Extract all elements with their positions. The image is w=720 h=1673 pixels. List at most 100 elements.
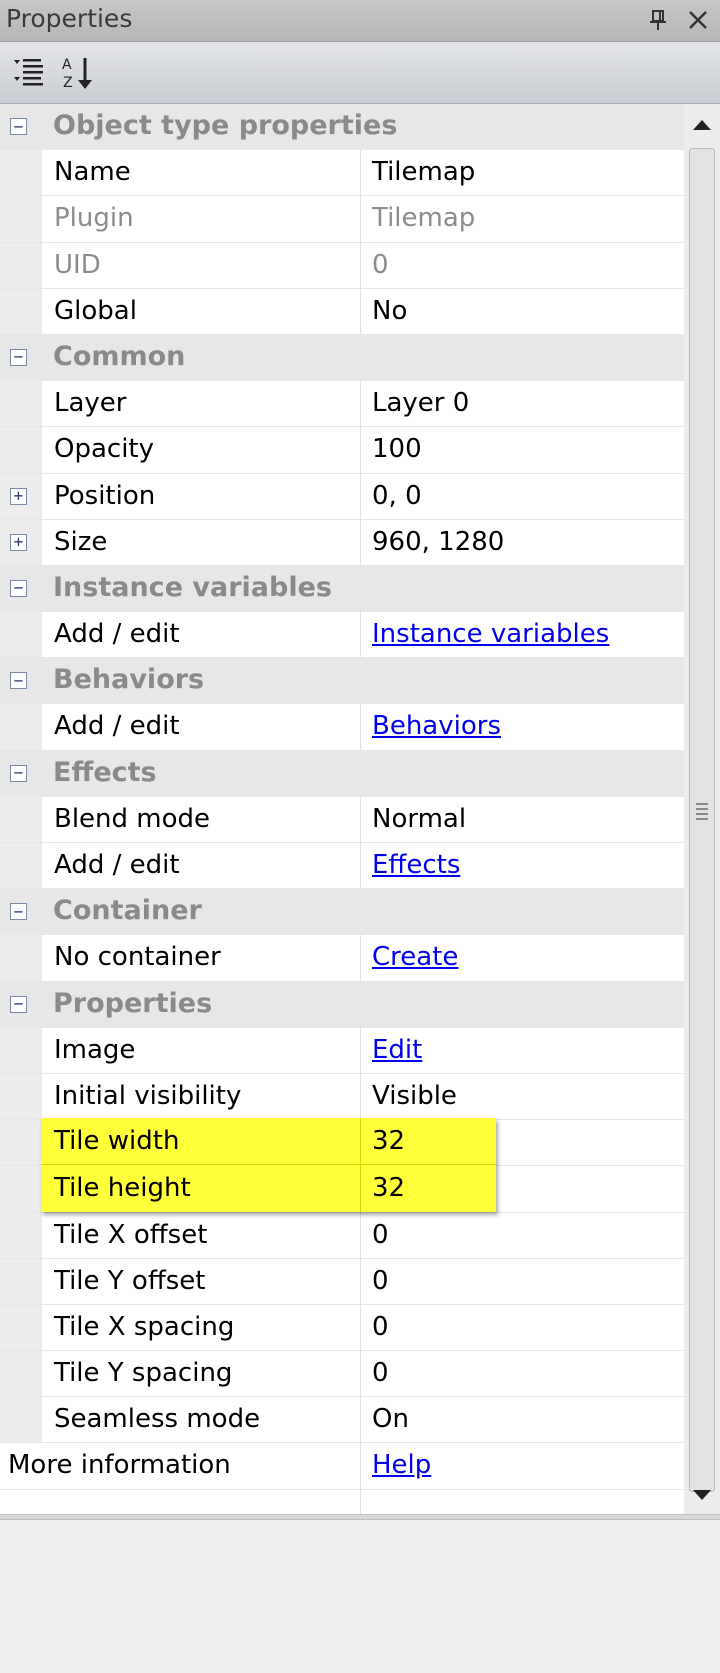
property-link-behaviors[interactable]: Behaviors <box>372 711 501 741</box>
property-link-help[interactable]: Help <box>372 1450 431 1480</box>
property-row-tile-x-spacing[interactable]: Tile X spacing 0 <box>0 1304 684 1352</box>
property-row-tile-y-offset[interactable]: Tile Y offset 0 <box>0 1258 684 1305</box>
category-behaviors[interactable]: − Behaviors <box>0 658 684 705</box>
property-value[interactable]: 100 <box>361 427 684 472</box>
property-row-tile-x-offset[interactable]: Tile X offset 0 <box>0 1212 684 1259</box>
property-row-seamless-mode[interactable]: Seamless mode On <box>0 1397 684 1444</box>
property-value[interactable]: 0, 0 <box>361 474 684 519</box>
scroll-up-arrow-icon[interactable] <box>684 106 720 144</box>
property-row-plugin[interactable]: Plugin Tilemap <box>0 196 684 243</box>
scrollbar-thumb[interactable] <box>689 148 715 1492</box>
property-row-image[interactable]: Image Edit <box>0 1027 684 1074</box>
empty-row[interactable] <box>0 1489 684 1514</box>
category-container[interactable]: − Container <box>0 889 684 936</box>
collapse-icon[interactable]: − <box>10 348 27 366</box>
property-name: Tile X offset <box>42 1212 361 1258</box>
property-name: UID <box>42 242 361 288</box>
property-row-more-information[interactable]: More information Help <box>0 1443 684 1490</box>
property-row-size[interactable]: + Size 960, 1280 <box>0 519 684 566</box>
property-value[interactable]: No <box>361 289 684 334</box>
row-gutter <box>0 796 42 842</box>
property-row-add-edit[interactable]: Add / edit Behaviors <box>0 704 684 751</box>
svg-text:A: A <box>62 57 72 73</box>
property-row-add-edit[interactable]: Add / edit Instance variables <box>0 612 684 659</box>
category-label: Object type properties <box>53 110 398 141</box>
expand-icon[interactable]: + <box>10 533 27 551</box>
property-value: 0 <box>372 249 389 280</box>
property-row-add-edit[interactable]: Add / edit Effects <box>0 843 684 890</box>
sort-az-icon[interactable]: A Z <box>58 52 100 94</box>
property-link-create[interactable]: Create <box>372 942 458 972</box>
collapse-icon[interactable]: − <box>10 903 27 921</box>
category-label: Properties <box>53 987 213 1019</box>
category-effects[interactable]: − Effects <box>0 750 684 797</box>
property-row-no-container[interactable]: No container Create <box>0 935 684 982</box>
property-link-instance-variables[interactable]: Instance variables <box>372 619 609 649</box>
property-name: Blend mode <box>42 796 361 842</box>
property-link-effects[interactable]: Effects <box>372 850 460 880</box>
property-value[interactable]: Layer 0 <box>361 381 684 426</box>
row-gutter <box>0 704 42 750</box>
property-value[interactable]: 0 <box>361 1305 684 1350</box>
row-gutter <box>0 196 42 242</box>
property-name: Name <box>42 150 361 196</box>
row-gutter <box>0 1397 42 1443</box>
property-row-opacity[interactable]: Opacity 100 <box>0 427 684 474</box>
collapse-icon[interactable]: − <box>10 764 27 782</box>
property-link-edit[interactable]: Edit <box>372 1035 422 1065</box>
property-value[interactable]: On <box>361 1397 684 1442</box>
category-label: Behaviors <box>53 664 205 696</box>
property-name: Add / edit <box>42 704 361 750</box>
property-value[interactable]: 0 <box>361 1213 684 1258</box>
property-value[interactable]: Visible <box>361 1074 684 1119</box>
property-row-tile-y-spacing[interactable]: Tile Y spacing 0 <box>0 1351 684 1398</box>
scroll-down-arrow-icon[interactable] <box>684 1476 720 1514</box>
collapse-icon[interactable]: − <box>10 579 27 597</box>
category-object-type-properties[interactable]: − Object type properties <box>0 104 684 151</box>
property-row-tile-height[interactable]: Tile height 32 <box>0 1166 684 1213</box>
property-row-tile-width[interactable]: Tile width 32 <box>0 1120 684 1167</box>
collapse-icon[interactable]: − <box>10 995 27 1013</box>
property-name: Tile height <box>42 1166 361 1212</box>
property-name: Layer <box>42 381 361 427</box>
property-value-cell: Effects <box>361 843 684 888</box>
property-value[interactable]: 32 <box>361 1166 684 1211</box>
row-gutter <box>0 935 42 981</box>
property-value[interactable]: Tilemap <box>361 150 684 195</box>
category-instance-variables[interactable]: − Instance variables <box>0 565 684 613</box>
property-row-position[interactable]: + Position 0, 0 <box>0 473 684 520</box>
property-name: Plugin <box>42 196 361 242</box>
vertical-scrollbar[interactable] <box>684 104 720 1514</box>
property-row-global[interactable]: Global No <box>0 288 684 335</box>
property-value-cell: Behaviors <box>361 704 684 749</box>
property-value[interactable]: 0 <box>361 1351 684 1396</box>
categorized-view-icon[interactable] <box>8 52 50 94</box>
property-value[interactable]: Normal <box>361 797 684 842</box>
property-name: Position <box>42 473 361 519</box>
property-value[interactable]: 0 <box>361 1259 684 1304</box>
property-value[interactable] <box>361 1490 684 1514</box>
pin-icon[interactable] <box>644 6 672 34</box>
row-gutter <box>0 1212 42 1258</box>
property-row-uid[interactable]: UID 0 <box>0 242 684 289</box>
row-gutter <box>0 1027 42 1073</box>
property-row-initial-visibility[interactable]: Initial visibility Visible <box>0 1073 684 1121</box>
category-common[interactable]: − Common <box>0 334 684 382</box>
category-label: Common <box>53 340 186 372</box>
category-label: Container <box>53 895 202 927</box>
property-row-name[interactable]: Name Tilemap <box>0 150 684 197</box>
expand-icon[interactable]: + <box>10 487 27 505</box>
property-row-layer[interactable]: Layer Layer 0 <box>0 381 684 428</box>
property-value[interactable]: 32 <box>361 1120 684 1165</box>
property-row-blend-mode[interactable]: Blend mode Normal <box>0 796 684 843</box>
description-pane <box>0 1520 720 1673</box>
collapse-icon[interactable]: − <box>10 118 27 135</box>
property-value[interactable]: 960, 1280 <box>361 520 684 565</box>
title-bar: Properties <box>0 0 720 42</box>
row-gutter <box>0 427 42 473</box>
category-properties[interactable]: − Properties <box>0 981 684 1028</box>
row-gutter <box>0 612 42 658</box>
property-name <box>0 1489 361 1514</box>
close-icon[interactable] <box>684 6 712 34</box>
collapse-icon[interactable]: − <box>10 672 27 690</box>
